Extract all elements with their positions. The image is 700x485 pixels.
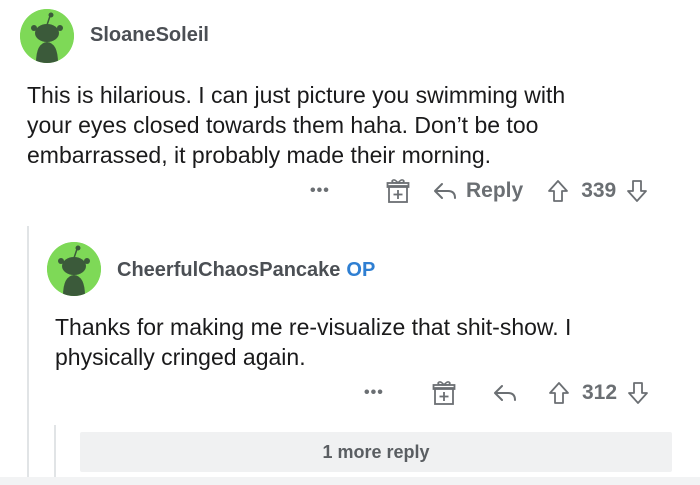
comment-body-line: embarrassed, it probably made their morn… [27, 142, 492, 168]
reply-button[interactable] [492, 383, 518, 403]
comment-body-line: This is hilarious. I can just picture yo… [27, 82, 566, 108]
downvote-icon[interactable] [626, 179, 648, 203]
more-options-button[interactable]: ••• [364, 384, 414, 402]
reply-arrow-icon [434, 183, 456, 199]
reply-actions: ••• 312 [364, 378, 649, 408]
vote-score: 339 [581, 179, 617, 202]
avatar[interactable] [20, 9, 74, 63]
upvote-icon[interactable] [548, 381, 570, 405]
vote-score: 312 [582, 381, 618, 404]
reply-body: Thanks for making me re-visualize that s… [55, 312, 685, 372]
op-badge: OP [346, 259, 376, 281]
upvote-icon[interactable] [547, 179, 569, 203]
comment-actions: ••• Reply 339 [310, 176, 648, 206]
reply-username-row: CheerfulChaosPancake OP [117, 259, 375, 282]
avatar[interactable] [47, 242, 101, 296]
more-replies-label: 1 more reply [322, 441, 430, 462]
snoo-avatar-icon [47, 242, 101, 296]
downvote-icon[interactable] [627, 381, 649, 405]
award-icon[interactable] [432, 380, 456, 406]
bottom-divider [0, 477, 700, 485]
snoo-avatar-icon [20, 9, 74, 63]
comment-username[interactable]: SloaneSoleil [90, 24, 209, 47]
comment-body-line: your eyes closed towards them haha. Don’… [27, 112, 539, 138]
reply-username[interactable]: CheerfulChaosPancake [117, 259, 340, 281]
reply-label: Reply [466, 179, 524, 202]
reply-arrow-icon [494, 385, 516, 401]
thread-line[interactable] [27, 226, 29, 485]
award-icon[interactable] [386, 178, 410, 204]
comment-body: This is hilarious. I can just picture yo… [27, 80, 687, 170]
reply-body-line: physically cringed again. [55, 344, 306, 370]
reply-button[interactable]: Reply [432, 179, 523, 203]
more-replies-button[interactable]: 1 more reply [80, 432, 672, 472]
reply-body-line: Thanks for making me re-visualize that s… [55, 314, 572, 340]
thread-line[interactable] [54, 425, 56, 477]
more-options-button[interactable]: ••• [310, 182, 360, 200]
